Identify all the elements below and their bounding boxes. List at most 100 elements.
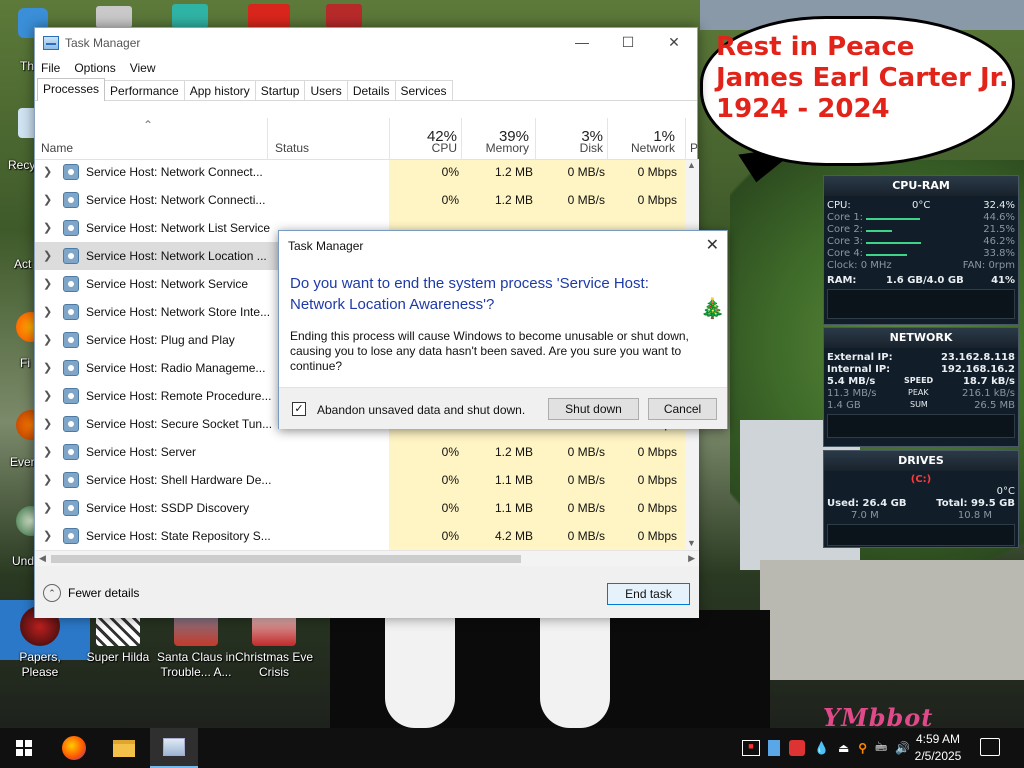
scroll-left-icon[interactable]: ◀ — [39, 553, 46, 564]
column-memory[interactable]: Memory — [486, 141, 529, 155]
tab-app-history[interactable]: App history — [183, 80, 256, 100]
network-title: NETWORK — [824, 328, 1018, 348]
cancel-button[interactable]: Cancel — [648, 398, 717, 420]
table-row[interactable]: ❯ Service Host: Shell Hardware De... 0% 1.1… — [35, 466, 685, 494]
table-row[interactable]: ❯ Service Host: Network Connect... 0% 1.2 M… — [35, 160, 685, 186]
taskbar-task-manager[interactable] — [150, 728, 198, 768]
action-center-icon[interactable] — [980, 738, 1000, 756]
chevron-right-icon[interactable]: ❯ — [43, 221, 52, 234]
cpu-ram-gadget[interactable]: CPU-RAM CPU: 0°C 32.4% Core 1: 44.6% Core … — [823, 175, 1019, 325]
row-name-cell[interactable]: ❯ Service Host: Shell Hardware De... — [35, 466, 279, 494]
menu-view[interactable]: View — [130, 61, 156, 75]
tab-users[interactable]: Users — [304, 80, 348, 100]
table-row[interactable]: ❯ Service Host: Network Connecti... 0% 1.2 … — [35, 186, 685, 214]
row-name-cell[interactable]: ❯ Service Host: Network Connecti... — [35, 186, 279, 214]
drives-gadget[interactable]: DRIVES (C:) 0°C Used: 26.4 GB Total: 99.… — [823, 450, 1019, 548]
row-name-cell[interactable]: ❯ Service Host: SSDP Discovery — [35, 494, 279, 522]
chevron-right-icon[interactable]: ❯ — [43, 361, 52, 374]
row-name-cell[interactable]: ❯ Service Host: Network Location ... — [35, 242, 279, 270]
chevron-right-icon[interactable]: ❯ — [43, 193, 52, 206]
abandon-data-label[interactable]: Abandon unsaved data and shut down. — [317, 403, 525, 417]
tray-droplet-icon[interactable]: 💧 — [814, 741, 829, 755]
taskbar-clock[interactable]: 4:59 AM 2/5/2025 — [908, 731, 968, 765]
chevron-right-icon[interactable]: ❯ — [43, 165, 52, 178]
tab-processes[interactable]: Processes — [37, 78, 106, 101]
column-name[interactable]: Name — [41, 141, 73, 155]
chevron-right-icon[interactable]: ❯ — [43, 473, 52, 486]
row-net: 0 Mbps — [637, 501, 677, 515]
scroll-down-icon[interactable]: ▼ — [687, 538, 696, 548]
scroll-right-icon[interactable]: ▶ — [688, 553, 695, 564]
taskbar-file-explorer[interactable] — [100, 728, 148, 768]
gear-icon — [63, 220, 79, 236]
chevron-right-icon[interactable]: ❯ — [43, 501, 52, 514]
drive-letter: (C:) — [910, 474, 932, 485]
row-name-cell[interactable]: ❯ Service Host: Secure Socket Tun... — [35, 410, 279, 438]
column-power[interactable]: P — [690, 141, 698, 155]
tray-search-icon[interactable]: ⚲ — [858, 741, 867, 755]
title-bar[interactable]: Task Manager — ☐ ✕ — [35, 28, 697, 58]
table-row[interactable]: ❯ Service Host: SSDP Discovery 0% 1.1 MB 0 M… — [35, 494, 685, 522]
horizontal-scrollbar[interactable]: ◀ ▶ — [35, 550, 699, 566]
tray-security-icon[interactable] — [789, 740, 805, 756]
column-disk[interactable]: Disk — [580, 141, 603, 155]
mcdonalds-icon[interactable] — [248, 4, 290, 28]
fewer-details-button[interactable]: ⌃ Fewer details — [43, 584, 139, 602]
cpu-core-line: Core 4: 33.8% — [824, 248, 1018, 260]
tab-performance[interactable]: Performance — [104, 80, 185, 100]
menu-options[interactable]: Options — [74, 61, 115, 75]
tray-eject-icon[interactable]: ⏏ — [838, 741, 849, 755]
row-name-cell[interactable]: ❯ Service Host: Network Connect... — [35, 160, 279, 186]
process-name: Service Host: Secure Socket Tun... — [86, 417, 273, 431]
chevron-right-icon[interactable]: ❯ — [43, 249, 52, 262]
abandon-data-checkbox[interactable]: ✓ — [292, 402, 306, 416]
chevron-right-icon[interactable]: ❯ — [43, 417, 52, 430]
chevron-right-icon[interactable]: ❯ — [43, 445, 52, 458]
row-name-cell[interactable]: ❯ Service Host: Remote Procedure... — [35, 382, 279, 410]
shut-down-button[interactable]: Shut down — [548, 398, 639, 420]
row-name-cell[interactable]: ❯ Service Host: Network List Service — [35, 214, 279, 242]
end-process-dialog[interactable]: Task Manager ✕ Do you want to end the sy… — [278, 230, 728, 429]
chevron-right-icon[interactable]: ❯ — [43, 305, 52, 318]
desktop-top-icon-4[interactable] — [326, 4, 362, 28]
column-cpu[interactable]: CPU — [432, 141, 457, 155]
close-button[interactable]: ✕ — [651, 28, 697, 56]
table-row[interactable]: ❯ Service Host: State Repository S... 0% 4.… — [35, 522, 685, 550]
row-name-cell[interactable]: ❯ Service Host: Plug and Play — [35, 326, 279, 354]
tab-services[interactable]: Services — [394, 80, 453, 100]
end-task-button[interactable]: End task — [607, 583, 690, 605]
chevron-right-icon[interactable]: ❯ — [43, 389, 52, 402]
chevron-right-icon[interactable]: ❯ — [43, 333, 52, 346]
row-name-cell[interactable]: ❯ Service Host: Network Service — [35, 270, 279, 298]
menu-file[interactable]: File — [41, 61, 60, 75]
desktop-top-icon-1[interactable] — [96, 6, 132, 28]
tray-app-icon[interactable]: ■ — [742, 740, 760, 756]
chevron-right-icon[interactable]: ❯ — [43, 529, 52, 542]
scroll-up-icon[interactable]: ▲ — [687, 160, 696, 170]
column-status[interactable]: Status — [275, 141, 309, 155]
tab-details[interactable]: Details — [346, 80, 396, 100]
table-row[interactable]: ❯ Service Host: Server 0% 1.2 MB 0 MB/s 0 Mbp… — [35, 438, 685, 466]
row-name-cell[interactable]: ❯ Service Host: Server — [35, 438, 279, 466]
gear-icon — [63, 304, 79, 320]
process-name: Service Host: Network Store Inte... — [86, 305, 271, 319]
column-network[interactable]: Network — [631, 141, 675, 155]
network-gadget[interactable]: NETWORK External IP: 23.162.8.118 Intern… — [823, 327, 1019, 447]
row-name-cell[interactable]: ❯ Service Host: State Repository S... — [35, 522, 279, 550]
minimize-button[interactable]: — — [559, 28, 605, 56]
start-button[interactable] — [0, 728, 48, 768]
horizontal-scroll-thumb[interactable] — [51, 555, 521, 563]
dialog-close-icon[interactable]: ✕ — [706, 235, 719, 255]
chevron-right-icon[interactable]: ❯ — [43, 277, 52, 290]
maximize-button[interactable]: ☐ — [605, 28, 651, 56]
network-icon[interactable]: 🖮 — [875, 738, 887, 759]
tray-storage-icon[interactable] — [768, 740, 780, 756]
row-mem: 1.1 MB — [494, 501, 533, 515]
row-name-cell[interactable]: ❯ Service Host: Network Store Inte... — [35, 298, 279, 326]
cpu-total: 32.4% — [983, 200, 1015, 211]
taskbar-firefox[interactable] — [50, 728, 98, 768]
desktop-top-icon-2[interactable] — [172, 4, 208, 28]
process-name: Service Host: Server — [86, 445, 197, 459]
row-name-cell[interactable]: ❯ Service Host: Radio Manageme... — [35, 354, 279, 382]
tab-startup[interactable]: Startup — [254, 80, 306, 100]
